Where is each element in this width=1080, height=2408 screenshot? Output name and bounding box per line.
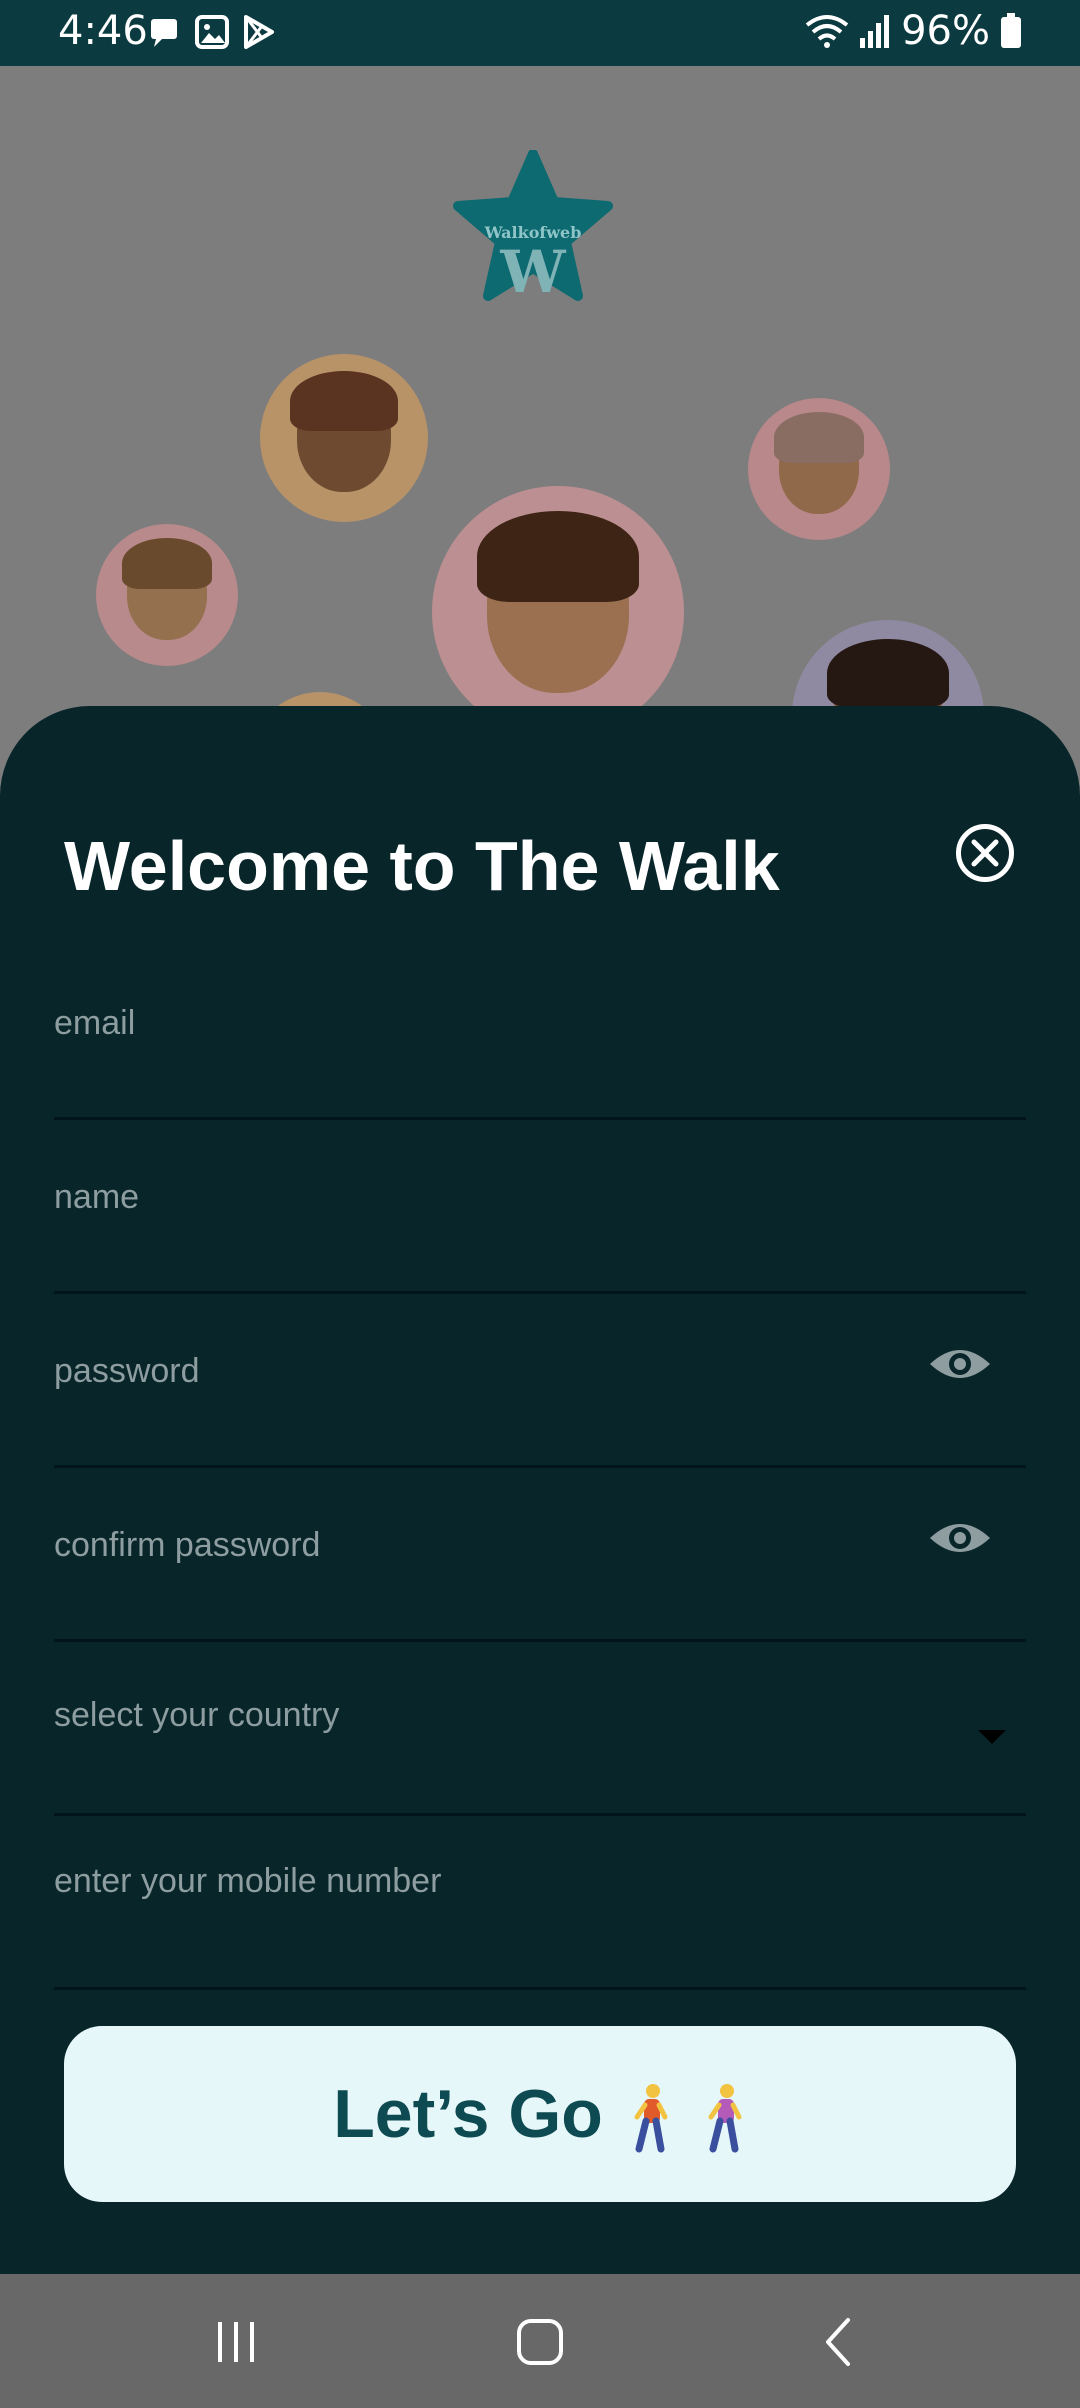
avatar-girl-glasses	[96, 524, 238, 666]
status-system-icons: 96%	[805, 8, 1022, 54]
battery-icon	[1001, 13, 1021, 48]
confirm-password-field[interactable]: confirm password	[54, 1518, 1026, 1642]
system-navigation-bar	[0, 2274, 1080, 2408]
lets-go-button[interactable]: Let’s Go	[64, 2026, 1016, 2202]
confirm-password-placeholder: confirm password	[54, 1526, 321, 1564]
status-notification-icons	[148, 14, 276, 50]
country-placeholder: select your country	[54, 1696, 340, 1734]
lets-go-label: Let’s Go	[333, 2076, 603, 2152]
close-button[interactable]	[956, 824, 1014, 882]
image-icon	[195, 15, 229, 49]
battery-percent: 96%	[901, 8, 990, 54]
walkofweb-logo: Walkofweb W	[453, 150, 613, 306]
name-field[interactable]: name	[54, 1170, 1026, 1294]
email-field[interactable]: email	[54, 996, 1026, 1120]
avatar-girl-beret	[260, 354, 428, 522]
status-bar: 4:46 96%	[0, 0, 1080, 66]
logo-letter: W	[499, 238, 566, 306]
password-placeholder: password	[54, 1352, 200, 1390]
sheet-title: Welcome to The Walk	[64, 827, 780, 905]
signal-icon	[860, 15, 890, 48]
mobile-number-field[interactable]: enter your mobile number	[54, 1862, 1026, 1990]
country-select[interactable]: select your country	[54, 1696, 1026, 1816]
signup-sheet: Welcome to The Walk email name password …	[0, 706, 1080, 2274]
avatar-girl-cowboy-hat	[748, 398, 890, 540]
home-icon[interactable]	[510, 2312, 570, 2372]
play-store-icon	[244, 15, 274, 49]
wifi-icon	[805, 15, 849, 48]
background-scene: Walkofweb W	[0, 66, 1080, 786]
close-icon	[971, 839, 999, 867]
man-walking-icon	[634, 2084, 668, 2153]
show-password-eye-icon[interactable]	[928, 1344, 992, 1384]
avatar-boy-glasses	[432, 486, 684, 738]
name-placeholder: name	[54, 1178, 140, 1216]
message-icon	[151, 19, 177, 47]
mobile-placeholder: enter your mobile number	[54, 1862, 442, 1900]
chevron-down-icon	[978, 1730, 1006, 1744]
recent-apps-icon[interactable]	[206, 2312, 266, 2372]
woman-walking-icon	[708, 2084, 742, 2153]
password-field[interactable]: password	[54, 1344, 1026, 1468]
status-time: 4:46	[58, 8, 148, 54]
show-confirm-password-eye-icon[interactable]	[928, 1518, 992, 1558]
back-icon[interactable]	[810, 2312, 870, 2372]
email-placeholder: email	[54, 1004, 136, 1042]
